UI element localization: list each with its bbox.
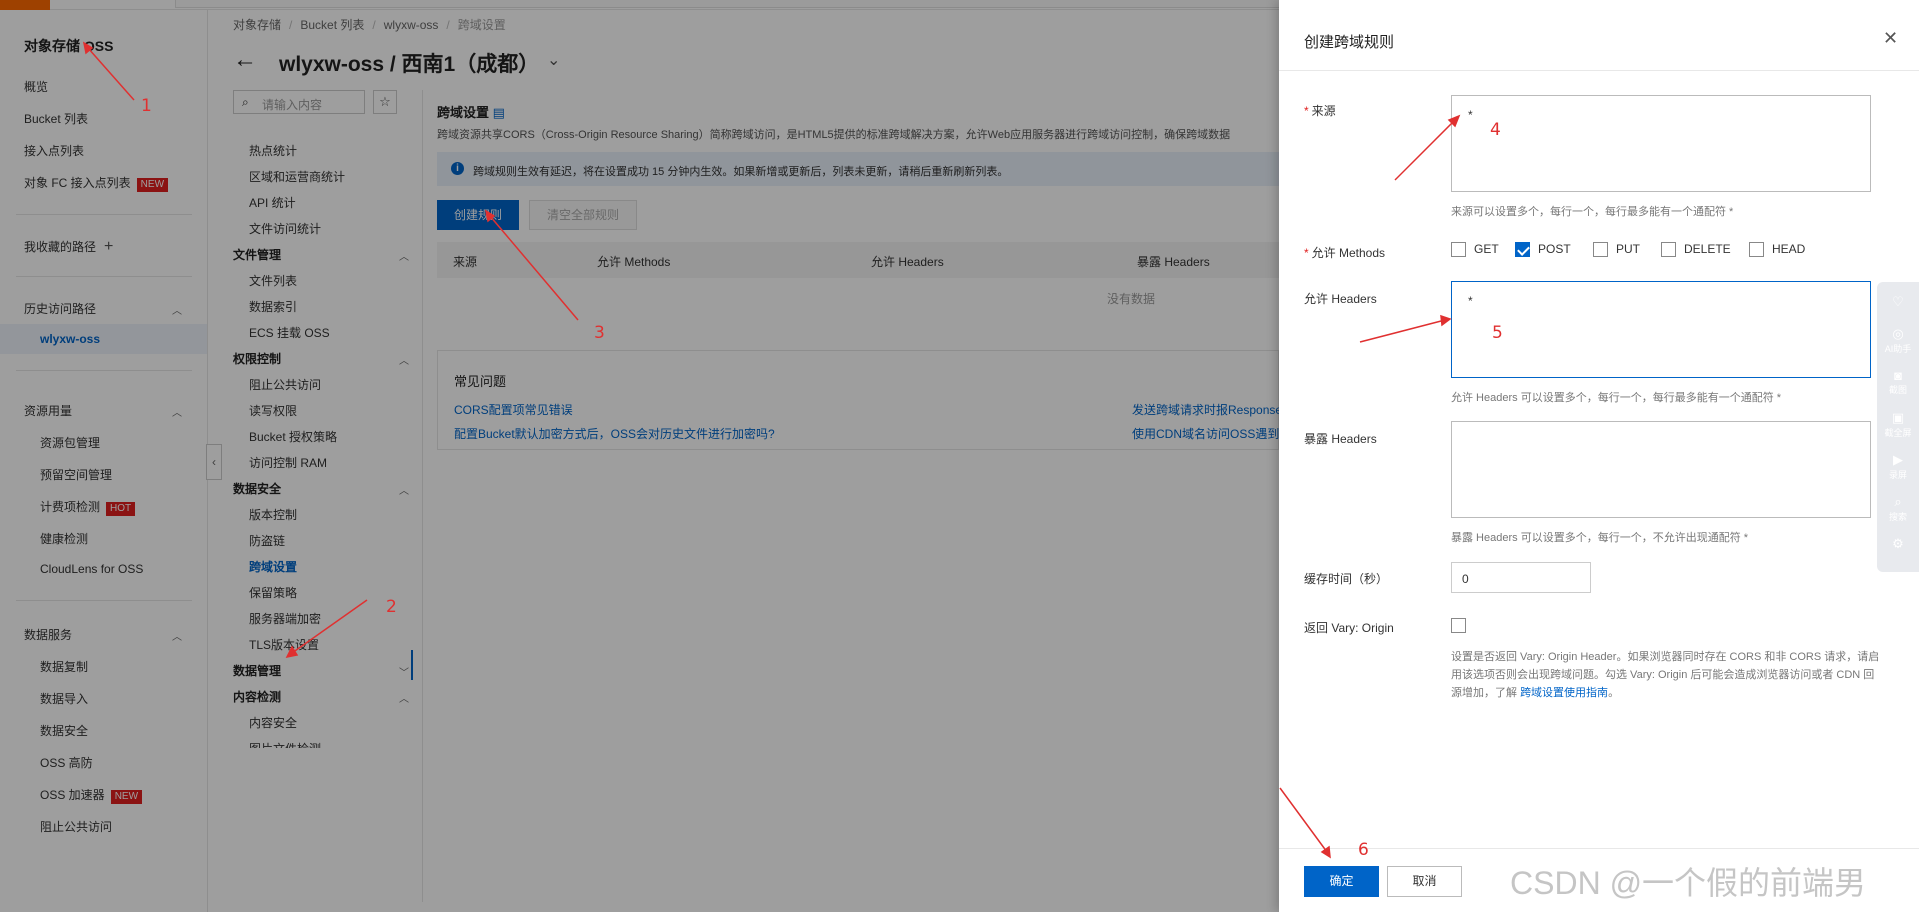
search-icon[interactable]: ⌕ 搜索	[1877, 494, 1919, 523]
methods-label-text: 允许 Methods	[1311, 246, 1386, 260]
checkbox-checked-icon[interactable]	[1515, 242, 1530, 258]
methods-label: * 允许 Methods	[1304, 244, 1385, 261]
fab-label: AI助手	[1884, 344, 1912, 354]
heart-icon[interactable]: ♡	[1877, 294, 1919, 310]
vary-help-text: 设置是否返回 Vary: Origin Header。如果浏览器同时存在 COR…	[1451, 651, 1880, 699]
annotation-6: 6	[1358, 840, 1369, 860]
expose-headers-textarea[interactable]	[1451, 421, 1871, 518]
vary-help: 设置是否返回 Vary: Origin Header。如果浏览器同时存在 COR…	[1451, 648, 1881, 702]
cors-guide-link[interactable]: 跨域设置使用指南	[1520, 687, 1608, 699]
source-label-text: 来源	[1311, 104, 1336, 118]
method-label: GET	[1474, 242, 1499, 256]
annotation-4: 4	[1490, 120, 1501, 140]
annotation-2: 2	[386, 597, 397, 617]
annotation-5: 5	[1492, 323, 1503, 343]
fab-label: 搜索	[1888, 512, 1907, 522]
drawer-footer-divider	[1279, 848, 1919, 849]
floating-toolbar: ♡ ◎ AI助手 ◙ 截图 ▣ 截全屏 ▶ 录屏 ⌕ 搜索 ⚙	[1877, 282, 1919, 572]
method-label: DELETE	[1684, 242, 1731, 256]
vary-checkbox[interactable]	[1451, 618, 1466, 633]
method-label: PUT	[1616, 242, 1640, 256]
method-label: POST	[1538, 242, 1571, 256]
confirm-button[interactable]: 确定	[1304, 866, 1379, 897]
drawer-title: 创建跨域规则	[1304, 34, 1395, 51]
required-mark: *	[1304, 104, 1309, 118]
video-icon[interactable]: ▶ 录屏	[1877, 452, 1919, 481]
vary-label: 返回 Vary: Origin	[1304, 621, 1394, 635]
vary-help-end: 。	[1608, 687, 1620, 699]
checkbox-box[interactable]	[1661, 242, 1676, 258]
checkbox-box[interactable]	[1593, 242, 1608, 258]
source-help: 来源可以设置多个，每行一个，每行最多能有一个通配符 *	[1451, 206, 1734, 218]
cache-label: 缓存时间（秒）	[1304, 572, 1389, 586]
method-delete-checkbox[interactable]: DELETE	[1661, 242, 1731, 258]
method-label: HEAD	[1772, 242, 1806, 256]
cancel-button[interactable]: 取消	[1387, 866, 1462, 897]
settings-icon[interactable]: ⚙	[1877, 536, 1919, 552]
required-mark: *	[1304, 246, 1309, 260]
method-put-checkbox[interactable]: PUT	[1593, 242, 1640, 258]
annotation-1: 1	[141, 96, 152, 116]
modal-overlay[interactable]	[0, 0, 1279, 912]
source-label: * 来源	[1304, 102, 1336, 119]
cache-value: 0	[1462, 572, 1469, 586]
method-get-checkbox[interactable]: GET	[1451, 242, 1499, 258]
expose-headers-help: 暴露 Headers 可以设置多个，每行一个，不允许出现通配符 *	[1451, 532, 1749, 544]
method-post-checkbox[interactable]: POST	[1515, 242, 1571, 258]
allow-headers-textarea[interactable]: *	[1451, 281, 1871, 378]
expose-headers-label: 暴露 Headers	[1304, 432, 1377, 446]
ai-icon[interactable]: ◎ AI助手	[1877, 326, 1919, 355]
screen-icon[interactable]: ▣ 截全屏	[1877, 410, 1919, 439]
allow-headers-help: 允许 Headers 可以设置多个，每行一个，每行最多能有一个通配符 *	[1451, 392, 1782, 404]
allow-headers-value: *	[1468, 294, 1473, 308]
allow-headers-label: 允许 Headers	[1304, 292, 1377, 306]
fab-label: 截全屏	[1884, 428, 1912, 438]
fab-label: 录屏	[1888, 470, 1907, 480]
source-value: *	[1468, 108, 1473, 122]
checkbox-box[interactable]	[1749, 242, 1764, 258]
method-head-checkbox[interactable]: HEAD	[1749, 242, 1806, 258]
source-textarea[interactable]: *	[1451, 95, 1871, 192]
close-icon[interactable]: ✕	[1883, 28, 1898, 49]
create-cors-drawer: 创建跨域规则 ✕ * 来源 * 来源可以设置多个，每行一个，每行最多能有一个通配符…	[1279, 0, 1919, 912]
watermark: CSDN @一个假的前端男	[1510, 865, 1867, 901]
annotation-3: 3	[594, 323, 605, 343]
checkbox-box[interactable]	[1451, 242, 1466, 258]
cache-input[interactable]: 0	[1451, 562, 1591, 593]
drawer-divider	[1279, 70, 1919, 71]
camera-icon[interactable]: ◙ 截图	[1877, 368, 1919, 396]
fab-label: 截图	[1888, 385, 1907, 395]
